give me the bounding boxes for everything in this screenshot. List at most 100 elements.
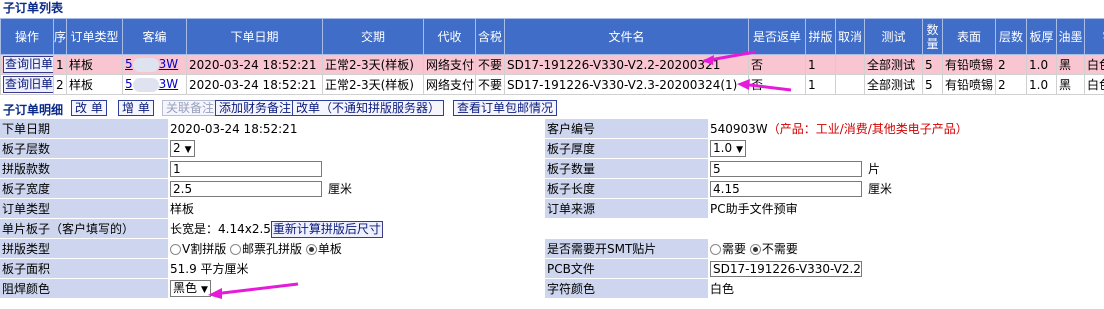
cell-layers: 2 xyxy=(995,74,1027,95)
detail-row: 订单类型 样板 订单来源 PC助手文件预审 xyxy=(0,198,1104,219)
length-input[interactable]: 4.15 xyxy=(710,181,862,198)
board-qty-input[interactable]: 5 xyxy=(710,161,862,178)
solder-color-select[interactable]: 黑色 ▼ xyxy=(170,280,211,297)
customer-link-prefix[interactable]: 5 xyxy=(125,77,133,91)
cell-thickness: 1.0 xyxy=(1026,74,1057,95)
recalculate-size-button[interactable]: 重新计算拼版后尺寸 xyxy=(270,220,383,238)
view-free-shipping-button[interactable]: 查看订单包邮情况 xyxy=(453,100,558,116)
cell-test: 全部测试 xyxy=(864,54,923,75)
board-qty-label: 板子数量 xyxy=(545,158,708,179)
detail-toolbar: 子订单明细 改 单 增 单 关联备注 添加财务备注 改单（不通知拼版服务器） 查… xyxy=(0,99,1104,119)
chevron-down-icon: ▼ xyxy=(736,145,744,155)
cell-date: 2020-03-24 18:52:21 xyxy=(186,74,323,95)
col-char: 字符 xyxy=(1084,18,1104,55)
query-old-order-button[interactable]: 查询旧单 xyxy=(3,76,53,93)
col-layers: 层数 xyxy=(995,18,1027,55)
v-cut-radio[interactable] xyxy=(170,243,181,255)
detail-row: 板子宽度 2.5 厘米 板子长度 4.15 厘米 xyxy=(0,178,1104,199)
customer-product-note: （产品：工业/消费/其他类电子产品） xyxy=(767,122,968,136)
cell-customer[interactable]: 5 3W xyxy=(122,74,187,95)
cell-qty: 5 xyxy=(922,74,943,95)
smt-label: 是否需要开SMT贴片 xyxy=(545,238,708,259)
customer-link-suffix[interactable]: 3W xyxy=(159,57,179,71)
width-label: 板子宽度 xyxy=(0,178,168,199)
add-order-button[interactable]: 增 单 xyxy=(118,100,154,116)
modify-order-button[interactable]: 改 单 xyxy=(71,100,107,116)
thickness-select[interactable]: 1.0 ▼ xyxy=(710,140,747,157)
panel-count-label: 拼版款数 xyxy=(0,158,168,179)
modify-no-notify-button[interactable]: 改单（不通知拼版服务器） xyxy=(292,100,445,116)
cell-collect: 网络支付 xyxy=(423,74,476,95)
cell-type: 样板 xyxy=(66,74,123,95)
query-old-order-button[interactable]: 查询旧单 xyxy=(3,56,53,73)
area-value: 51.9 平方厘米 xyxy=(168,258,545,279)
customer-link-prefix[interactable]: 5 xyxy=(125,57,133,71)
cell-cancel xyxy=(835,54,865,75)
width-input[interactable]: 2.5 xyxy=(170,181,322,198)
width-unit: 厘米 xyxy=(328,181,353,196)
cell-collect: 网络支付 xyxy=(423,54,476,75)
length-unit: 厘米 xyxy=(868,181,893,196)
cell-tax: 不要 xyxy=(475,74,505,95)
cell-qty: 5 xyxy=(922,54,943,75)
related-remark-button[interactable]: 关联备注 xyxy=(162,100,219,116)
col-ink: 油墨 xyxy=(1056,18,1085,55)
cell-layers: 2 xyxy=(995,54,1027,75)
char-color-label: 字符颜色 xyxy=(545,278,708,299)
detail-title: 子订单明细 xyxy=(3,103,64,117)
cell-panel: 1 xyxy=(805,54,836,75)
col-test: 测试 xyxy=(864,18,923,55)
detail-row: 拼版款数 1 板子数量 5片 xyxy=(0,158,1104,179)
cell-cancel xyxy=(835,74,865,95)
col-thickness: 板厚 xyxy=(1026,18,1057,55)
table-row[interactable]: 查询旧单 2 样板 5 3W 2020-03-24 18:52:21 正常2-3天… xyxy=(0,74,1104,95)
cell-tax: 不要 xyxy=(475,54,505,75)
col-seq: 序 xyxy=(53,18,67,55)
panel-count-input[interactable]: 1 xyxy=(170,160,322,177)
board-qty-unit: 片 xyxy=(868,161,881,176)
order-date-label: 下单日期 xyxy=(0,119,168,139)
sub-order-table: 操作 序 订单类型 客编 下单日期 交期 代收 含税 文件名 是否返单 拼版 取… xyxy=(0,18,1104,95)
single-board-value: 长宽是：4.14x2.5 xyxy=(170,221,271,236)
redacted-blur xyxy=(132,77,159,92)
cell-customer[interactable]: 5 3W xyxy=(122,54,187,75)
cell-type: 样板 xyxy=(66,54,123,75)
col-collect: 代收 xyxy=(423,18,476,55)
col-panel: 拼版 xyxy=(805,18,836,55)
cell-surface: 有铅喷锡 xyxy=(942,54,996,75)
cell-surface: 有铅喷锡 xyxy=(942,74,996,95)
detail-row: 板子层数 2 ▼ 板子厚度 1.0 ▼ xyxy=(0,138,1104,159)
col-type: 订单类型 xyxy=(66,18,123,55)
add-finance-remark-button[interactable]: 添加财务备注 xyxy=(215,100,296,116)
cell-thickness: 1.0 xyxy=(1026,54,1057,75)
cell-panel: 1 xyxy=(805,74,836,95)
order-detail-table: 下单日期 2020-03-24 18:52:21 客户编号 540903W（产品… xyxy=(0,119,1104,299)
smt-no-radio[interactable] xyxy=(749,243,761,255)
layers-select[interactable]: 2 ▼ xyxy=(170,140,195,157)
annotation-arrow-icon xyxy=(737,79,792,92)
pcb-file-input[interactable]: SD17-191226-V330-V2.2-2 xyxy=(710,260,862,277)
table-header-row: 操作 序 订单类型 客编 下单日期 交期 代收 含税 文件名 是否返单 拼版 取… xyxy=(0,18,1104,55)
smt-yes-radio[interactable] xyxy=(710,243,721,255)
single-board-radio[interactable] xyxy=(305,243,317,255)
col-customer: 客编 xyxy=(122,18,187,55)
panel-type-label: 拼版类型 xyxy=(0,238,168,259)
order-source-label: 订单来源 xyxy=(545,198,708,219)
length-label: 板子长度 xyxy=(545,178,708,199)
table-row[interactable]: 查询旧单 1 样板 5 3W 2020-03-24 18:52:21 正常2-3天… xyxy=(0,54,1104,75)
pcb-file-label: PCB文件 xyxy=(545,258,708,279)
col-date: 下单日期 xyxy=(186,18,323,55)
col-delivery: 交期 xyxy=(322,18,424,55)
order-type-label: 订单类型 xyxy=(0,198,168,219)
col-qty: 数量 xyxy=(922,18,943,55)
stamp-hole-radio[interactable] xyxy=(230,243,242,255)
order-source-value: PC助手文件预审 xyxy=(708,198,1104,219)
layers-label: 板子层数 xyxy=(0,138,168,159)
area-label: 板子面积 xyxy=(0,258,168,279)
single-board-label: 单片板子（客户填写的） xyxy=(0,218,168,239)
detail-row: 板子面积 51.9 平方厘米 PCB文件 SD17-191226-V330-V2… xyxy=(0,258,1104,279)
col-tax: 含税 xyxy=(475,18,505,55)
annotation-arrow-icon xyxy=(702,50,756,65)
order-type-value: 样板 xyxy=(168,198,545,219)
customer-link-suffix[interactable]: 3W xyxy=(159,77,179,91)
